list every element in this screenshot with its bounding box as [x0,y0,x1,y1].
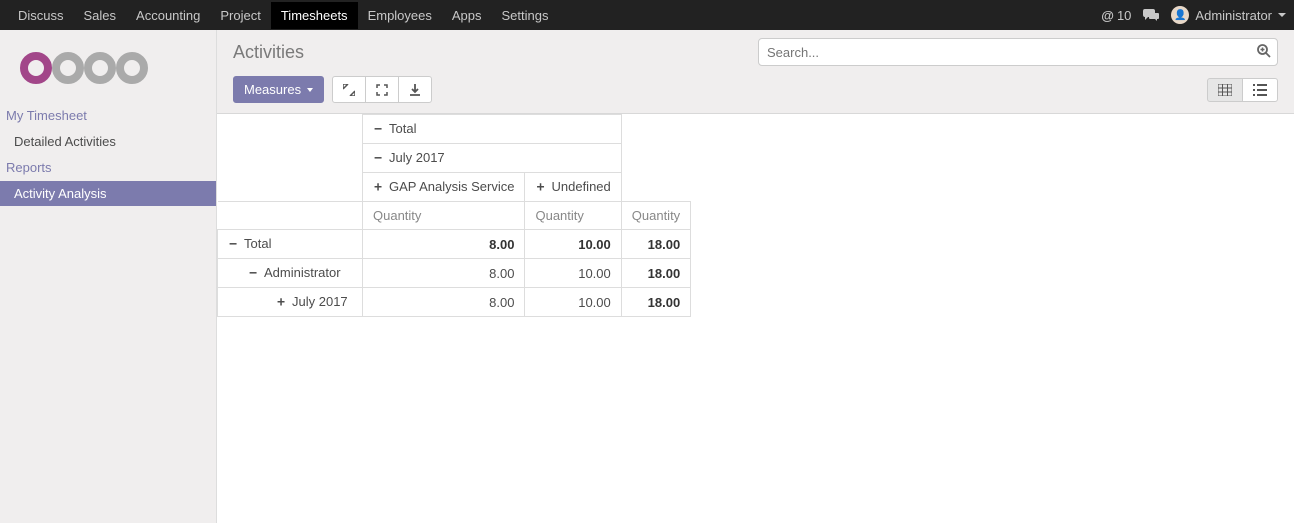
plus-icon: + [373,180,383,195]
nav-project[interactable]: Project [210,2,270,29]
sidebar-section-my-timesheet[interactable]: My Timesheet [0,102,216,129]
cell: 10.00 [525,230,621,259]
minus-icon: − [373,122,383,137]
pivot-icon [1218,84,1232,96]
user-name: Administrator [1195,8,1272,23]
pivot-table: −Total −July 2017 +GAP Analysis Service … [217,114,691,317]
top-nav-left: Discuss Sales Accounting Project Timeshe… [8,2,559,29]
nav-timesheets[interactable]: Timesheets [271,2,358,29]
chevron-down-icon [307,88,313,92]
measure-header: Quantity [621,202,690,230]
download-icon [409,84,421,96]
nav-accounting[interactable]: Accounting [126,2,210,29]
col-header-sub1[interactable]: +GAP Analysis Service [363,173,525,202]
nav-settings[interactable]: Settings [492,2,559,29]
plus-icon: + [535,180,545,195]
sidebar-item-detailed-activities[interactable]: Detailed Activities [0,129,216,154]
col-header-total[interactable]: −Total [363,115,622,144]
sidebar-item-activity-analysis[interactable]: Activity Analysis [0,181,216,206]
flip-axis-button[interactable] [332,76,366,103]
download-button[interactable] [398,76,432,103]
cell: 8.00 [363,288,525,317]
avatar: 👤 [1171,6,1189,24]
nav-sales[interactable]: Sales [74,2,127,29]
notifications[interactable]: @ 10 [1101,8,1131,23]
row-header-july[interactable]: +July 2017 [218,288,363,317]
expand-all-button[interactable] [365,76,399,103]
cell: 8.00 [363,259,525,288]
minus-icon: − [228,237,238,252]
nav-discuss[interactable]: Discuss [8,2,74,29]
minus-icon: − [248,266,258,281]
measures-label: Measures [244,82,301,97]
logo[interactable] [0,30,216,102]
list-view-button[interactable] [1242,78,1278,102]
search-input[interactable] [758,38,1278,66]
main: Activities Measures [217,30,1294,523]
sidebar-section-reports[interactable]: Reports [0,154,216,181]
nav-apps[interactable]: Apps [442,2,492,29]
at-icon: @ [1101,8,1114,23]
cell: 18.00 [621,230,690,259]
table-row: +July 2017 8.00 10.00 18.00 [218,288,691,317]
cell: 18.00 [621,259,690,288]
search-plus-icon[interactable] [1256,43,1272,59]
expand-arrows-icon [343,84,355,96]
cell: 18.00 [621,288,690,317]
chevron-down-icon [1278,13,1286,17]
measure-header: Quantity [363,202,525,230]
cell: 10.00 [525,259,621,288]
col-header-month[interactable]: −July 2017 [363,144,622,173]
row-header-admin[interactable]: −Administrator [218,259,363,288]
messages-icon[interactable] [1143,8,1159,22]
control-bar: Activities Measures [217,30,1294,114]
plus-icon: + [276,295,286,310]
minus-icon: − [373,151,383,166]
page-title: Activities [233,42,304,63]
row-header-total[interactable]: −Total [218,230,363,259]
measure-header: Quantity [525,202,621,230]
notif-count: 10 [1117,8,1131,23]
user-menu[interactable]: 👤 Administrator [1171,6,1286,24]
measures-button[interactable]: Measures [233,76,324,103]
top-nav-right: @ 10 👤 Administrator [1101,6,1286,24]
pivot-content: −Total −July 2017 +GAP Analysis Service … [217,114,1294,523]
sidebar: My Timesheet Detailed Activities Reports… [0,30,217,523]
nav-employees[interactable]: Employees [358,2,442,29]
col-header-sub2[interactable]: +Undefined [525,173,621,202]
table-row: −Total 8.00 10.00 18.00 [218,230,691,259]
cell: 8.00 [363,230,525,259]
fullscreen-icon [376,84,388,96]
table-row: −Administrator 8.00 10.00 18.00 [218,259,691,288]
list-icon [1253,84,1267,96]
pivot-view-button[interactable] [1207,78,1243,102]
cell: 10.00 [525,288,621,317]
top-nav: Discuss Sales Accounting Project Timeshe… [0,0,1294,30]
